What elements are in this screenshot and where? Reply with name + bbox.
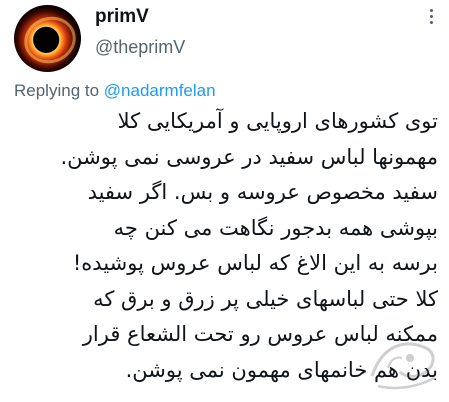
tweet-text: توی کشورهای اروپایی و آمریکایی کلا مهمون… — [10, 104, 438, 388]
tweet-text-line: سفید مخصوص عروسه و بس. اگر سفید — [87, 180, 438, 204]
tweet-text-line: بدن هم خانمهای مهمون نمی پوشن. — [125, 357, 438, 382]
display-name[interactable]: primV — [95, 6, 149, 28]
tweet-text-line: مهمونها لباس سفید در عروسی نمی پوشن. — [60, 144, 438, 169]
tweet-text-line: کلا حتی لباسهای خیلی پر زرق و برق که — [93, 286, 438, 311]
tweet-text-line: برسه به این الاغ که لباس عروس پوشیده! — [72, 251, 438, 275]
replying-prefix: Replying to — [14, 81, 100, 100]
tweet-card: primV @theprimV Replying to @nadarmfelan… — [0, 0, 449, 402]
more-vertical-icon — [429, 8, 433, 12]
tweet-text-line: بپوشی همه بدجور نگاهت می کنن چه — [113, 215, 438, 240]
more-options-button[interactable] — [421, 6, 441, 26]
replying-handle-link[interactable]: @nadarmfelan — [104, 81, 216, 100]
more-vertical-icon — [429, 14, 433, 18]
tweet-header: primV @theprimV — [0, 0, 449, 72]
avatar[interactable] — [14, 5, 81, 72]
more-vertical-icon — [429, 20, 433, 24]
tweet-text-line: توی کشورهای اروپایی و آمریکایی کلا — [117, 109, 438, 133]
replying-to: Replying to @nadarmfelan — [14, 80, 216, 102]
tweet-text-line: ممکنه لباس عروس رو تحت الشعاع قرار — [82, 322, 438, 346]
user-handle[interactable]: @theprimV — [95, 36, 185, 58]
